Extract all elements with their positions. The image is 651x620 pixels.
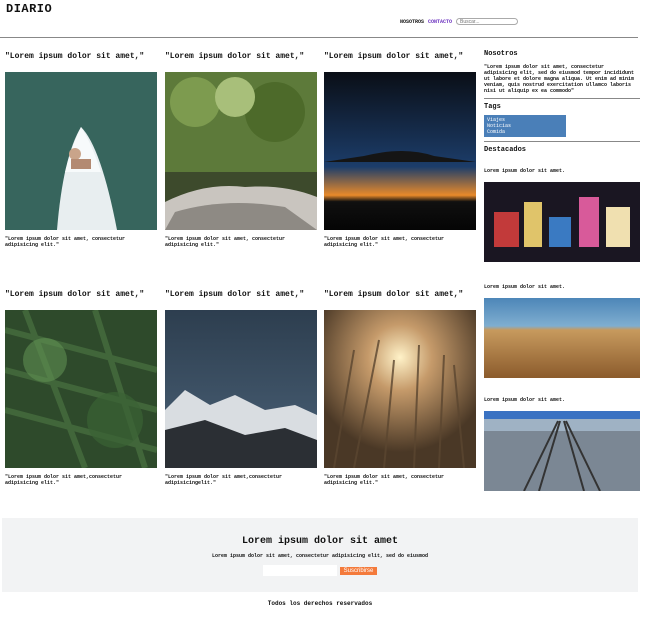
article-caption: "Lorem ipsum dolor sit amet,consectetur … xyxy=(165,474,283,486)
article-title[interactable]: "Lorem ipsum dolor sit amet," xyxy=(5,52,157,72)
article-card[interactable]: "Lorem ipsum dolor sit amet," "Lorem ips… xyxy=(5,52,157,248)
photo-city-night[interactable] xyxy=(484,182,640,262)
photo-snowy-mountains[interactable] xyxy=(165,310,317,468)
article-card[interactable]: "Lorem ipsum dolor sit amet," "Lorem ips… xyxy=(165,52,317,248)
nav-contacto[interactable]: CONTACTO xyxy=(428,19,452,25)
featured-item[interactable]: Lorem ipsum dolor sit amet. xyxy=(484,168,640,262)
article-caption: "Lorem ipsum dolor sit amet, consectetur… xyxy=(324,236,445,248)
featured-heading: Destacados xyxy=(484,146,527,154)
featured-text[interactable]: Lorem ipsum dolor sit amet. xyxy=(484,397,640,403)
article-caption: "Lorem ipsum dolor sit amet, consectetur… xyxy=(324,474,445,486)
site-title: DIARIO xyxy=(6,2,53,16)
article-card[interactable]: "Lorem ipsum dolor sit amet," "Lorem ips… xyxy=(324,290,476,486)
search-input[interactable] xyxy=(456,18,519,25)
sidebar-divider xyxy=(484,141,640,142)
subscribe-form: Suscribirse xyxy=(2,565,638,576)
featured-text[interactable]: Lorem ipsum dolor sit amet. xyxy=(484,168,640,174)
newsletter-subtitle: Lorem ipsum dolor sit amet, consectetur … xyxy=(211,553,429,559)
article-title[interactable]: "Lorem ipsum dolor sit amet," xyxy=(5,290,157,310)
header-divider xyxy=(0,37,638,38)
photo-pine-branches[interactable] xyxy=(5,310,157,468)
top-nav: NOSOTROS CONTACTO xyxy=(400,18,519,25)
article-title[interactable]: "Lorem ipsum dolor sit amet," xyxy=(165,290,317,310)
article-card[interactable]: "Lorem ipsum dolor sit amet," "Lorem ips… xyxy=(324,52,476,248)
article-title[interactable]: "Lorem ipsum dolor sit amet," xyxy=(165,52,317,72)
nav-nosotros[interactable]: NOSOTROS xyxy=(400,19,424,25)
tags-heading: Tags xyxy=(484,103,501,111)
sidebar: Nosotros "Lorem ipsum dolor sit amet, co… xyxy=(484,50,640,154)
featured-item[interactable]: Lorem ipsum dolor sit amet. xyxy=(484,397,640,491)
article-caption: "Lorem ipsum dolor sit amet, consectetur… xyxy=(5,236,126,248)
photo-forest-rock[interactable] xyxy=(165,72,317,230)
article-card[interactable]: "Lorem ipsum dolor sit amet," "Lorem ips… xyxy=(5,290,157,486)
featured-text[interactable]: Lorem ipsum dolor sit amet. xyxy=(484,284,640,290)
email-field[interactable] xyxy=(262,565,337,576)
photo-beach-sand[interactable] xyxy=(484,298,640,378)
article-title[interactable]: "Lorem ipsum dolor sit amet," xyxy=(324,290,476,310)
tags-list: Viajes Noticias Comida xyxy=(484,115,566,137)
about-text: "Lorem ipsum dolor sit amet, consectetur… xyxy=(484,64,635,94)
photo-railway-tracks[interactable] xyxy=(484,411,640,491)
photo-tall-grass-sun[interactable] xyxy=(324,310,476,468)
tag-item[interactable]: Comida xyxy=(487,129,566,135)
article-caption: "Lorem ipsum dolor sit amet,consectetur … xyxy=(5,474,123,486)
article-card[interactable]: "Lorem ipsum dolor sit amet," "Lorem ips… xyxy=(165,290,317,486)
featured-item[interactable]: Lorem ipsum dolor sit amet. xyxy=(484,284,640,378)
photo-person-on-boat[interactable] xyxy=(5,72,157,230)
sidebar-divider xyxy=(484,98,640,99)
subscribe-button[interactable]: Suscribirse xyxy=(339,566,378,575)
newsletter-title: Lorem ipsum dolor sit amet xyxy=(241,536,399,547)
about-heading: Nosotros xyxy=(484,50,518,58)
copyright-text: Todos los derechos reservados xyxy=(267,600,373,607)
article-title[interactable]: "Lorem ipsum dolor sit amet," xyxy=(324,52,476,72)
photo-sunset-horizon[interactable] xyxy=(324,72,476,230)
article-caption: "Lorem ipsum dolor sit amet, consectetur… xyxy=(165,236,286,248)
newsletter-section: Lorem ipsum dolor sit amet Lorem ipsum d… xyxy=(2,518,638,592)
